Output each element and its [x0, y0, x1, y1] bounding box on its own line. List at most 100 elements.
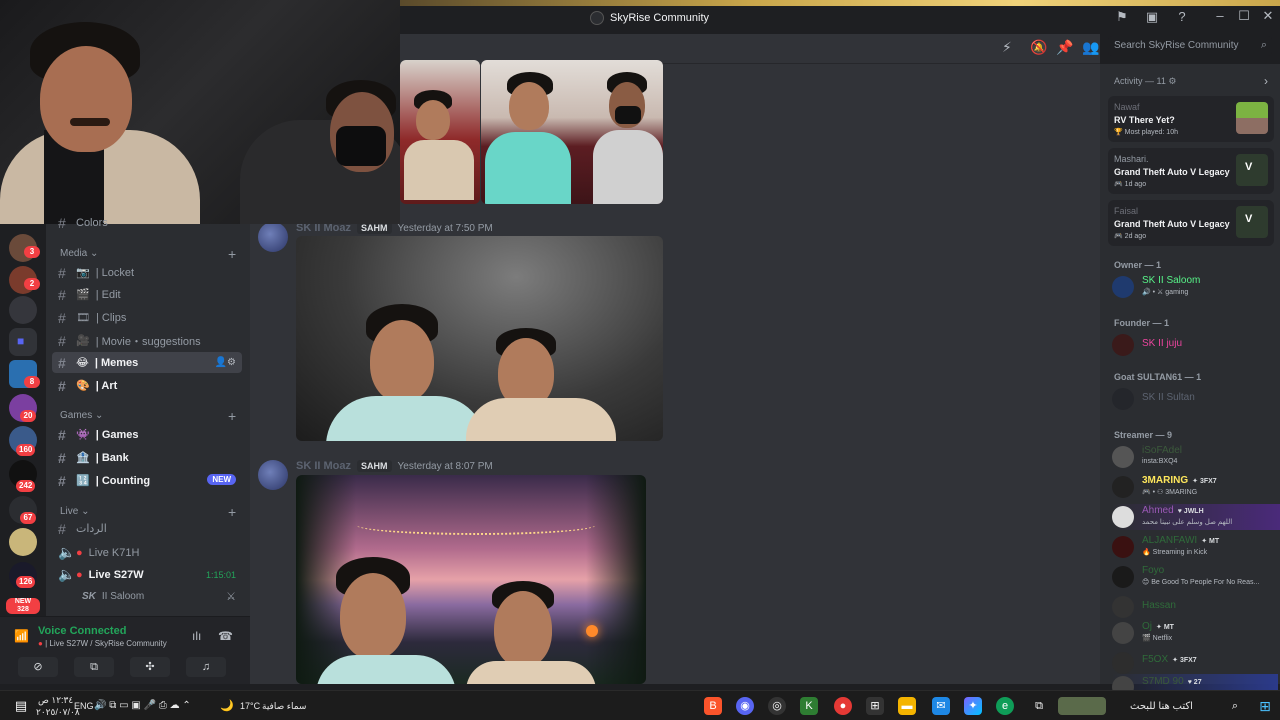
discord-icon[interactable]: ◉	[736, 697, 754, 715]
member-streamer[interactable]: Hassan	[1112, 594, 1278, 620]
author-avatar[interactable]	[258, 222, 288, 252]
member-streamer[interactable]: Ahmed ♥ JWLH اللهم صل وسلم على نبينا محمد	[1112, 504, 1280, 530]
chrome-icon[interactable]: ●	[834, 697, 852, 715]
task-view-icon[interactable]: ⧉	[1030, 697, 1048, 715]
mute-bell-icon[interactable]: 🔕	[1030, 39, 1047, 56]
brave-browser-icon[interactable]: B	[704, 697, 722, 715]
person-face	[494, 591, 552, 667]
search-icon[interactable]: ⌕	[1226, 697, 1244, 715]
windows-start-icon[interactable]: ⊞	[1256, 697, 1274, 715]
new-badge: NEW	[207, 474, 236, 485]
kick-icon[interactable]: K	[800, 697, 818, 715]
copilot-icon[interactable]: ✦	[964, 697, 982, 715]
channel-bank[interactable]: # 🏦 | Bank	[52, 447, 242, 468]
mail-icon[interactable]: ✉	[932, 697, 950, 715]
crossed-swords-icon: ⚔	[226, 591, 236, 603]
message-image-right[interactable]	[481, 60, 663, 204]
game-thumbnail	[1236, 102, 1268, 134]
message-image-left[interactable]	[400, 60, 480, 204]
language-indicator[interactable]: ENG	[74, 701, 94, 711]
message-image-car-selfie[interactable]	[296, 236, 663, 441]
pin-icon[interactable]: 📌	[1056, 39, 1073, 56]
close-button[interactable]: ✕	[1258, 8, 1278, 24]
settings-gear-icon[interactable]: 👤⚙	[215, 357, 236, 368]
search-highlight-image[interactable]	[1058, 697, 1106, 715]
channel-art[interactable]: # 🎨 | Art	[52, 375, 242, 396]
avatar	[1112, 506, 1134, 528]
weather-icon[interactable]: 🌙	[218, 697, 236, 715]
avatar	[1112, 446, 1134, 468]
member-founder[interactable]: SK II juju	[1112, 332, 1278, 358]
role-header-founder: Founder — 1	[1114, 318, 1170, 328]
channel-games[interactable]: # 👾 | Games	[52, 424, 242, 445]
channel-locket[interactable]: # 📷 | Locket	[52, 262, 242, 283]
activity-card[interactable]: Faisal Grand Theft Auto V Legacy 🎮 2d ag…	[1108, 200, 1274, 246]
channel-colors[interactable]: # Colors	[52, 215, 242, 231]
voice-channel-k71h[interactable]: 🔈 ● Live K71H	[52, 542, 242, 563]
channel-edit[interactable]: # 🎬 | Edit	[52, 284, 242, 305]
add-channel-button[interactable]: +	[228, 408, 236, 424]
maximize-button[interactable]: ☐	[1234, 8, 1254, 24]
tray-icons[interactable]: 🔊 ⧉ ▭ ▣ 🎤 ⎙ ☁ ⌃	[94, 700, 191, 711]
noise-suppression-icon[interactable]: ılı	[192, 629, 201, 643]
member-streamer[interactable]: Foyo 😊 Be Good To People For No Reas...	[1112, 564, 1278, 590]
channel-counting[interactable]: # 🔢 | Counting NEW	[52, 470, 242, 491]
role-header-goat: Goat SULTAN61 — 1	[1114, 372, 1202, 382]
minimize-button[interactable]: –	[1210, 8, 1230, 23]
category-media[interactable]: Media ⌄ +	[60, 246, 236, 262]
file-explorer-icon[interactable]: ▬	[898, 697, 916, 715]
members-list-icon[interactable]: 👥	[1082, 39, 1099, 56]
flag-icon[interactable]: ⚑	[1114, 10, 1130, 24]
folder-icon[interactable]: ■	[9, 328, 37, 356]
camera-off-button[interactable]: ⊘	[18, 657, 58, 677]
member-streamer[interactable]: F5OX ✦ 3FX7	[1112, 650, 1278, 676]
channel-movie-suggestions[interactable]: # 🎥 | Movie・suggestions	[52, 330, 242, 351]
activity-header[interactable]: Activity — 11 ⚙	[1114, 76, 1176, 87]
member-streamer[interactable]: iSoFAdel insta:BXQ4	[1112, 444, 1278, 470]
clock-time[interactable]: ١٢:٣٤ ص	[38, 695, 73, 706]
category-games[interactable]: Games ⌄ +	[60, 408, 236, 424]
server-icon[interactable]	[9, 296, 37, 324]
screen-share-button[interactable]: ⧉	[74, 657, 114, 677]
screen-share-icon[interactable]: ▣	[1144, 10, 1160, 24]
channel-memes[interactable]: # 😂 | Memes 👤⚙	[52, 352, 242, 373]
store-icon[interactable]: ⊞	[866, 697, 884, 715]
activities-button[interactable]: ✣	[130, 657, 170, 677]
threads-icon[interactable]: ⚡	[1002, 39, 1012, 56]
notifications-icon[interactable]: ▤	[12, 697, 30, 715]
member-streamer[interactable]: Oj ✦ MT 🎬 Netflix	[1112, 620, 1278, 646]
author-avatar[interactable]	[258, 460, 288, 490]
server-search-input[interactable]: Search SkyRise Community ⌕	[1108, 36, 1272, 56]
role-header-streamer: Streamer — 9	[1114, 430, 1173, 440]
voice-user-saloom[interactable]: SK II Saloom ⚔	[76, 586, 242, 607]
soundboard-button[interactable]: ♫	[186, 657, 226, 677]
activity-card[interactable]: Nawaf RV There Yet? 🏆 Most played: 10h	[1108, 96, 1274, 142]
edge-icon[interactable]: e	[996, 697, 1014, 715]
disconnect-icon[interactable]: ☎	[218, 629, 233, 643]
add-channel-button[interactable]: +	[228, 246, 236, 262]
voice-panel: 📶 Voice Connected ● | Live S27W / SkyRis…	[0, 616, 250, 684]
live-dot-icon: ●	[76, 568, 83, 581]
channel-arabic[interactable]: # الردات	[52, 518, 242, 539]
member-goat[interactable]: SK II Sultan	[1112, 386, 1278, 412]
category-live[interactable]: Live ⌄ +	[60, 504, 236, 520]
server-logo-icon	[590, 11, 604, 25]
chevron-right-icon[interactable]: ›	[1264, 74, 1268, 88]
app-icon[interactable]: ◎	[768, 697, 786, 715]
activity-card[interactable]: Mashari. Grand Theft Auto V Legacy 🎮 1d …	[1108, 148, 1274, 194]
title-accent-bar	[400, 0, 1280, 6]
member-streamer[interactable]: ALJANFAWI ✦ MT 🔥 Streaming in Kick	[1112, 534, 1278, 560]
channel-clips[interactable]: # 🎞 | Clips	[52, 307, 242, 328]
avatar	[1112, 276, 1134, 298]
face-mask	[336, 126, 386, 166]
member-owner[interactable]: SK II Saloom 🔊 • ⚔ gaming	[1112, 274, 1278, 300]
message-image-sunset-edit[interactable]	[296, 475, 646, 684]
voice-channel-s27w[interactable]: 🔈 ● Live S27W 1:15:01	[52, 564, 242, 585]
member-streamer[interactable]: 3MARING ✦ 3FX7 🎮 • ⚇ 3MARING	[1112, 474, 1278, 500]
help-icon[interactable]: ?	[1174, 10, 1190, 24]
window-title: SkyRise Community	[590, 11, 709, 25]
server-icon[interactable]	[9, 528, 37, 556]
avatar	[1112, 622, 1134, 644]
avatar	[1112, 536, 1134, 558]
taskbar-search-input[interactable]: اكتب هنا للبحث	[1130, 701, 1193, 712]
